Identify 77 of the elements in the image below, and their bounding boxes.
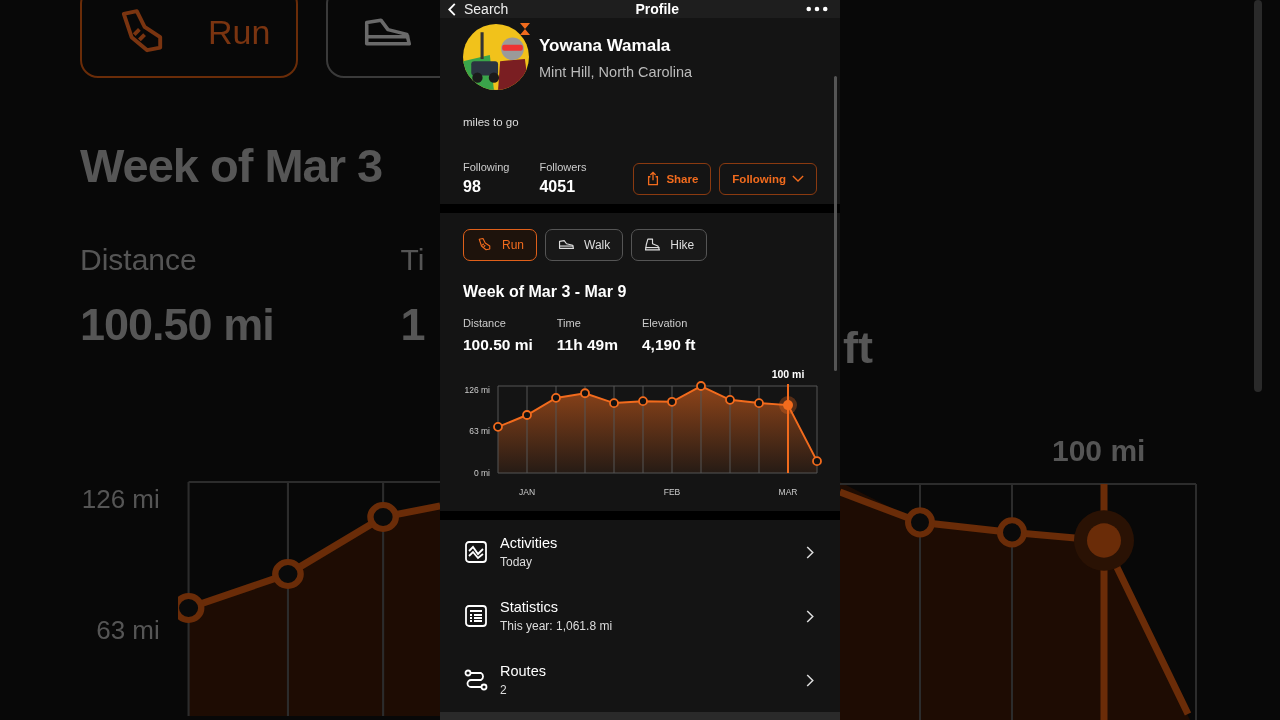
axis-label: 126 mi — [464, 384, 490, 395]
axis-label: 0 mi — [473, 467, 490, 478]
stat-value[interactable]: 4051 — [539, 178, 587, 196]
data-point[interactable] — [725, 394, 735, 405]
menu-row[interactable]: Statistics This year: 1,061.8 mi — [440, 584, 840, 648]
back-button[interactable]: Search — [448, 1, 509, 17]
stat-label: Followers — [539, 161, 587, 173]
axis-label: 63 mi — [469, 426, 490, 437]
stat-value: 11h 49m — [556, 335, 618, 354]
profile-bio: miles to go — [463, 116, 520, 128]
axis-label: 126 mi — [81, 484, 160, 515]
back-icon — [448, 2, 456, 16]
menu-subtitle: 2 — [500, 683, 508, 697]
chevron-right-icon — [806, 545, 814, 559]
stat-label: Following — [463, 161, 510, 173]
data-point[interactable] — [580, 388, 590, 399]
data-point — [367, 501, 399, 533]
activity-tab[interactable]: Run — [463, 228, 537, 261]
stat-value: 100.50 mi — [80, 299, 275, 351]
week-title: Week of Mar 3 - Mar 9 — [463, 282, 628, 301]
stat-label: Ti — [400, 243, 426, 277]
profile-location: Mint Hill, North Carolina — [539, 64, 693, 80]
stat-value: 100.50 mi — [463, 335, 533, 354]
chevron-down-icon — [792, 175, 804, 182]
data-point[interactable] — [609, 398, 619, 408]
data-point[interactable] — [638, 396, 648, 406]
axis-label: JAN — [518, 486, 536, 497]
menu-subtitle: This year: 1,061.8 mi — [500, 619, 614, 633]
more-icon[interactable] — [806, 6, 828, 12]
boot-icon — [644, 237, 662, 253]
menu-title: Routes — [500, 663, 547, 679]
data-point — [905, 507, 935, 538]
menu-subtitle: Today — [500, 555, 534, 569]
week-title: Week of Mar 3 — [80, 138, 384, 193]
stat-label: Distance — [80, 243, 198, 277]
data-point[interactable] — [522, 410, 532, 420]
data-point[interactable] — [812, 456, 822, 466]
data-point[interactable] — [754, 398, 764, 408]
stat-value: 1 — [400, 299, 426, 351]
share-icon — [646, 171, 661, 186]
data-point[interactable] — [696, 381, 706, 391]
chevron-right-icon — [806, 609, 814, 623]
data-point[interactable] — [551, 392, 561, 403]
running-shoe-icon — [476, 237, 493, 253]
axis-label: 63 mi — [96, 615, 160, 646]
axis-label: FEB — [663, 486, 681, 497]
stat-label: Distance — [463, 316, 507, 329]
axis-label: MAR — [778, 486, 798, 497]
activity-tab[interactable]: Hike — [631, 228, 708, 261]
data-point — [177, 592, 205, 624]
menu-title: Statistics — [500, 599, 559, 615]
profile-name: Yowana Wamala — [539, 36, 672, 56]
stat-value: ft — [843, 322, 873, 374]
data-point[interactable] — [667, 396, 677, 407]
following-button[interactable]: Following — [719, 162, 817, 195]
annotation-label: 100 mi — [771, 367, 805, 380]
stat-value: 4,190 ft — [642, 335, 696, 354]
scrollbar[interactable] — [834, 76, 837, 371]
selected-point — [1074, 510, 1134, 571]
data-point[interactable] — [493, 421, 503, 432]
activity-chart-icon — [464, 540, 488, 564]
share-button[interactable]: Share — [633, 162, 712, 195]
list-icon — [464, 604, 488, 628]
stat-value[interactable]: 98 — [463, 178, 510, 196]
data-point — [997, 517, 1027, 548]
menu-row[interactable]: Routes 2 — [440, 648, 840, 712]
menu-row[interactable]: Activities Today — [440, 520, 840, 584]
chevron-right-icon — [806, 673, 814, 687]
stat-label: Elevation — [642, 316, 689, 329]
activity-tab[interactable]: Walk — [545, 228, 624, 261]
data-point — [272, 558, 304, 590]
route-icon — [464, 668, 488, 692]
selected-point[interactable] — [779, 396, 797, 415]
page-title: Profile — [635, 1, 679, 17]
annotation-label: 100 mi — [1052, 434, 1146, 468]
stat-label: Time — [556, 316, 582, 329]
menu-title: Activities — [500, 535, 559, 551]
